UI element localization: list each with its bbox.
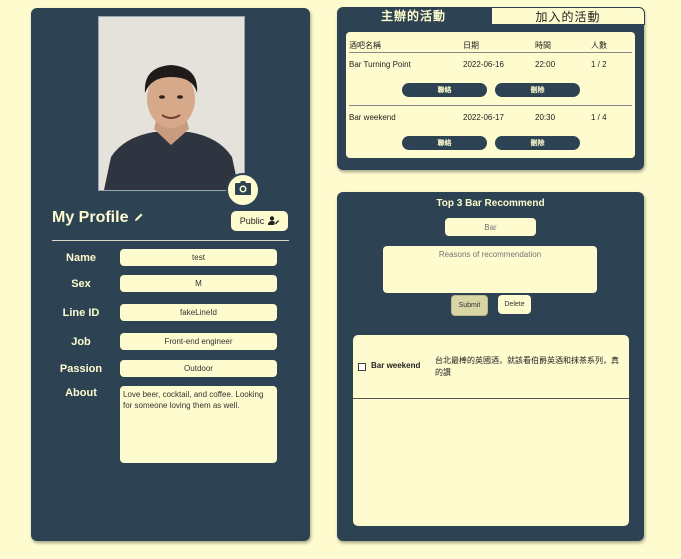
contact-button[interactable]: 聯絡 xyxy=(402,83,487,97)
recommend-bar-name: Bar weekend xyxy=(371,361,421,370)
delete-button[interactable]: Delete xyxy=(498,295,531,314)
line-id-field[interactable]: fakeLineId xyxy=(120,304,277,321)
recommend-reason: 台北最棒的英國酒，就該看伯爵英酒和抹茶系列，真的讚 xyxy=(435,356,619,377)
about-label: About xyxy=(65,387,97,399)
event-name: Bar weekend xyxy=(349,113,396,122)
name-label: Name xyxy=(66,252,96,264)
name-field[interactable]: test xyxy=(120,249,277,266)
delete-event-button[interactable]: 刪除 xyxy=(495,136,580,150)
column-header-time: 時間 xyxy=(535,41,551,50)
pencil-icon[interactable] xyxy=(134,209,144,227)
about-field[interactable]: Love beer, cocktail, and coffee. Looking… xyxy=(120,386,277,463)
visibility-label: Public xyxy=(239,216,265,226)
passion-field[interactable]: Outdoor xyxy=(120,360,277,377)
tab-joined-events[interactable]: 加入的活動 xyxy=(491,7,645,25)
sex-label: Sex xyxy=(71,278,91,290)
profile-photo xyxy=(98,16,245,191)
column-header-date: 日期 xyxy=(463,41,479,50)
column-header-count: 人數 xyxy=(591,41,607,50)
profile-title-text: My Profile xyxy=(52,209,129,226)
job-label: Job xyxy=(71,336,91,348)
profile-photo-image xyxy=(99,17,244,190)
event-time: 22:00 xyxy=(535,60,556,69)
header-divider xyxy=(349,52,632,53)
tab-hosted-events[interactable]: 主辦的活動 xyxy=(337,7,490,24)
events-panel: 主辦的活動 加入的活動 酒吧名稱 日期 時間 人數 Bar Turning Po… xyxy=(337,7,645,170)
reasons-input[interactable] xyxy=(383,246,597,293)
event-date: 2022-06-16 xyxy=(463,60,504,69)
recommend-panel: Top 3 Bar Recommend Submit Delete Bar we… xyxy=(337,192,644,541)
change-photo-button[interactable] xyxy=(226,173,260,207)
event-date: 2022-06-17 xyxy=(463,113,504,122)
recommend-title: Top 3 Bar Recommend xyxy=(436,198,545,209)
event-count: 1 / 4 xyxy=(591,113,607,122)
visibility-button[interactable]: Public xyxy=(231,211,288,231)
event-name: Bar Turning Point xyxy=(349,60,411,69)
event-time: 20:30 xyxy=(535,113,556,122)
sex-field[interactable]: M xyxy=(120,275,277,292)
profile-title: My Profile xyxy=(52,209,144,227)
profile-divider xyxy=(52,240,289,241)
delete-event-button[interactable]: 刪除 xyxy=(495,83,580,97)
camera-icon xyxy=(235,180,251,200)
contact-button[interactable]: 聯絡 xyxy=(402,136,487,150)
row-divider xyxy=(349,105,632,106)
events-table: 酒吧名稱 日期 時間 人數 Bar Turning Point 2022-06-… xyxy=(346,32,635,158)
passion-label: Passion xyxy=(59,363,103,375)
job-field[interactable]: Front-end engineer xyxy=(120,333,277,350)
profile-panel: My Profile Public Name test Sex M Line I… xyxy=(31,8,310,541)
user-edit-icon xyxy=(268,215,280,227)
event-count: 1 / 2 xyxy=(591,60,607,69)
list-item: Bar weekend 台北最棒的英國酒，就該看伯爵英酒和抹茶系列，真的讚 xyxy=(353,335,629,399)
line-id-label: Line ID xyxy=(62,307,100,319)
recommend-checkbox[interactable] xyxy=(358,363,366,371)
column-header-bar-name: 酒吧名稱 xyxy=(349,41,381,50)
submit-button[interactable]: Submit xyxy=(451,295,488,316)
recommend-list: Bar weekend 台北最棒的英國酒，就該看伯爵英酒和抹茶系列，真的讚 xyxy=(353,335,629,526)
bar-name-input[interactable] xyxy=(445,218,536,236)
